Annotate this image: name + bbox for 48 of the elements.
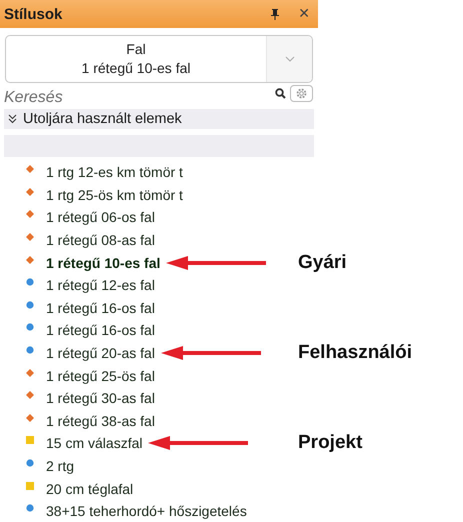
diamond-icon xyxy=(26,368,34,377)
circle-icon xyxy=(26,323,34,332)
diamond-icon xyxy=(26,210,34,218)
circle-icon xyxy=(26,278,34,286)
style-list-item[interactable]: 38+15 teherhordó+ hőszigetelés xyxy=(0,503,247,520)
style-list-item[interactable]: 1 rtg 25-ös km tömör t xyxy=(0,186,183,203)
annotation-label: Felhasználói xyxy=(298,342,412,364)
dropdown-toggle[interactable] xyxy=(266,36,312,82)
style-list-item[interactable]: 1 rétegű 10-es fal xyxy=(0,254,160,271)
circle-icon xyxy=(26,504,34,512)
style-list-item[interactable]: 1 rétegű 06-os fal xyxy=(0,209,155,226)
circle-icon xyxy=(26,459,34,468)
settings-icon xyxy=(296,88,307,98)
pin-icon[interactable] xyxy=(270,8,280,20)
style-list-item[interactable]: 1 rétegű 20-as fal xyxy=(0,345,155,362)
style-list-item[interactable]: 1 rétegű 12-es fal xyxy=(0,277,155,294)
style-list-item[interactable]: 1 rtg 12-es km tömör t xyxy=(0,164,183,180)
style-list-item[interactable]: 1 rétegű 16-os fal xyxy=(0,322,155,338)
style-list-item[interactable]: 20 cm téglafal xyxy=(0,480,134,497)
chevron-down-icon xyxy=(284,56,294,62)
annotation-label: Gyári xyxy=(298,252,347,274)
diamond-icon xyxy=(26,188,34,196)
style-list-item[interactable]: 1 rétegű 30-as fal xyxy=(0,390,155,406)
style-dropdown[interactable]: Fal 1 rétegű 10-es fal xyxy=(5,35,313,83)
section-title: Utoljára használt elemek xyxy=(23,111,182,127)
window-title: Stílusok xyxy=(4,6,64,22)
square-icon xyxy=(26,436,34,444)
style-list-item[interactable]: 15 cm válaszfal xyxy=(0,435,142,452)
annotation-label: Projekt xyxy=(298,432,362,454)
close-button[interactable]: ✕ xyxy=(294,6,314,22)
diamond-icon xyxy=(26,256,34,264)
dropdown-value: 1 rétegű 10-es fal xyxy=(82,59,190,78)
style-list-item[interactable]: 2 rtg xyxy=(0,458,74,474)
style-list-item[interactable]: 1 rétegű 16-os fal xyxy=(0,300,155,316)
search-icon[interactable] xyxy=(275,88,286,98)
style-list-item[interactable]: 1 rétegű 25-ös fal xyxy=(0,368,155,384)
diamond-icon xyxy=(26,414,34,422)
section-header[interactable]: Utoljára használt elemek xyxy=(4,109,314,129)
square-icon xyxy=(26,482,34,490)
dropdown-category: Fal xyxy=(126,40,146,59)
diamond-icon xyxy=(26,165,34,174)
style-list-item[interactable]: 1 rétegű 08-as fal xyxy=(0,232,155,248)
diamond-icon xyxy=(26,391,34,400)
style-list-item[interactable]: 1 rétegű 38-as fal xyxy=(0,412,155,429)
circle-icon xyxy=(26,300,34,309)
search-field[interactable]: Keresés xyxy=(4,84,275,108)
diamond-icon xyxy=(26,233,34,242)
circle-icon xyxy=(26,346,34,354)
